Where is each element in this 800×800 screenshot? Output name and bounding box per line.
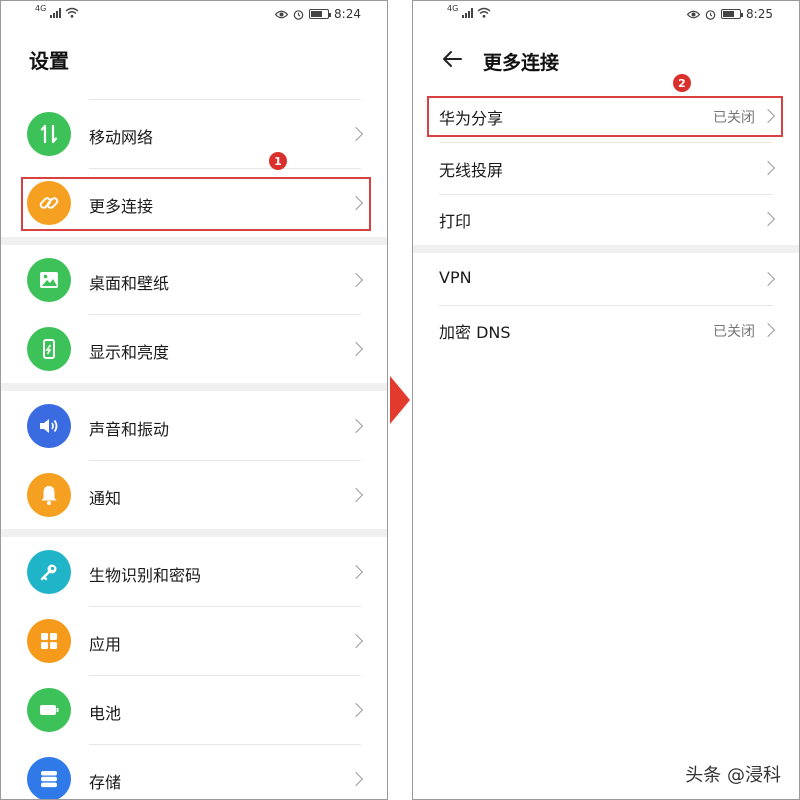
alarm-icon [705,9,716,20]
chevron-right-icon [760,211,776,227]
chevron-right-icon [348,633,364,649]
settings-item-apps[interactable]: 应用 [1,607,387,675]
settings-item-biometrics[interactable]: 生物识别和密码 [1,538,387,606]
clock-time: 8:24 [334,7,361,21]
settings-item-label: 电池 [89,704,122,723]
more-connections-screen: 4G 8:25 更多连接 华为分享 已关闭 2 无线投屏 打印 VPN 加密 D… [412,0,800,800]
section-gap [413,245,799,253]
arrow-right-icon [390,376,410,424]
network-type: 4G [447,4,459,13]
settings-screen: 4G 8:24 设置 移动网络 更多连接 1 桌面和壁纸 显示和亮度 声音和振动… [0,0,388,800]
watermark: 头条 @浸科 [685,765,781,786]
key-icon [27,550,71,594]
chevron-right-icon [348,418,364,434]
menu-item-label: 加密 DNS [439,323,511,342]
status-bar: 4G 8:25 [413,1,799,29]
highlight-box [21,177,371,231]
signal-icon [462,7,474,18]
menu-item-label: VPN [439,268,472,287]
speaker-icon [27,404,71,448]
menu-item-label: 无线投屏 [439,161,504,180]
settings-item-label: 应用 [89,635,122,654]
alarm-icon [293,9,304,20]
storage-icon [27,757,71,799]
settings-item-label: 显示和亮度 [89,343,170,362]
settings-item-storage[interactable]: 存储 [1,745,387,799]
section-gap [1,383,387,391]
chevron-right-icon [760,271,776,287]
apps-grid-icon [27,619,71,663]
menu-item-label: 打印 [439,212,472,231]
page-title: 设置 [29,49,69,73]
eye-icon [275,10,289,18]
section-gap [1,237,387,245]
chevron-right-icon [348,771,364,787]
chevron-right-icon [348,341,364,357]
wifi-icon [477,7,491,18]
bell-icon [27,473,71,517]
menu-item-encrypted-dns[interactable]: 加密 DNS 已关闭 [413,304,799,356]
chevron-right-icon [348,564,364,580]
chevron-right-icon [760,160,776,176]
page-title: 更多连接 [483,52,560,74]
settings-item-sound[interactable]: 声音和振动 [1,392,387,460]
settings-item-label: 存储 [89,773,122,792]
chevron-right-icon [760,322,776,338]
highlight-box [427,96,783,137]
wifi-icon [65,7,79,18]
chevron-right-icon [348,487,364,503]
settings-item-wallpaper[interactable]: 桌面和壁纸 [1,246,387,314]
menu-item-print[interactable]: 打印 [413,193,799,245]
image-icon [27,258,71,302]
menu-item-status: 已关闭 [713,324,755,340]
back-arrow-icon[interactable] [441,48,463,70]
settings-item-display[interactable]: 显示和亮度 [1,315,387,383]
network-type: 4G [35,4,47,13]
menu-item-wireless-projection[interactable]: 无线投屏 [413,142,799,194]
settings-item-battery[interactable]: 电池 [1,676,387,744]
phone-brightness-icon [27,327,71,371]
signal-icon [50,7,62,18]
chevron-right-icon [348,702,364,718]
battery-icon [721,9,744,19]
settings-item-label: 桌面和壁纸 [89,274,170,293]
settings-item-label: 移动网络 [89,128,154,147]
section-gap [1,529,387,537]
chevron-right-icon [348,126,364,142]
battery-icon [27,688,71,732]
mobile-data-icon [27,112,71,156]
battery-icon [309,9,332,19]
settings-item-label: 通知 [89,489,122,508]
settings-item-label: 声音和振动 [89,420,170,439]
chevron-right-icon [348,272,364,288]
settings-item-notifications[interactable]: 通知 [1,461,387,529]
step-badge: 1 [269,152,287,170]
step-badge: 2 [673,74,691,92]
settings-item-mobile-network[interactable]: 移动网络 [1,100,387,168]
status-bar: 4G 8:24 [1,1,387,29]
eye-icon [687,10,701,18]
menu-item-vpn[interactable]: VPN [413,253,799,305]
clock-time: 8:25 [746,7,773,21]
settings-item-label: 生物识别和密码 [89,566,202,585]
